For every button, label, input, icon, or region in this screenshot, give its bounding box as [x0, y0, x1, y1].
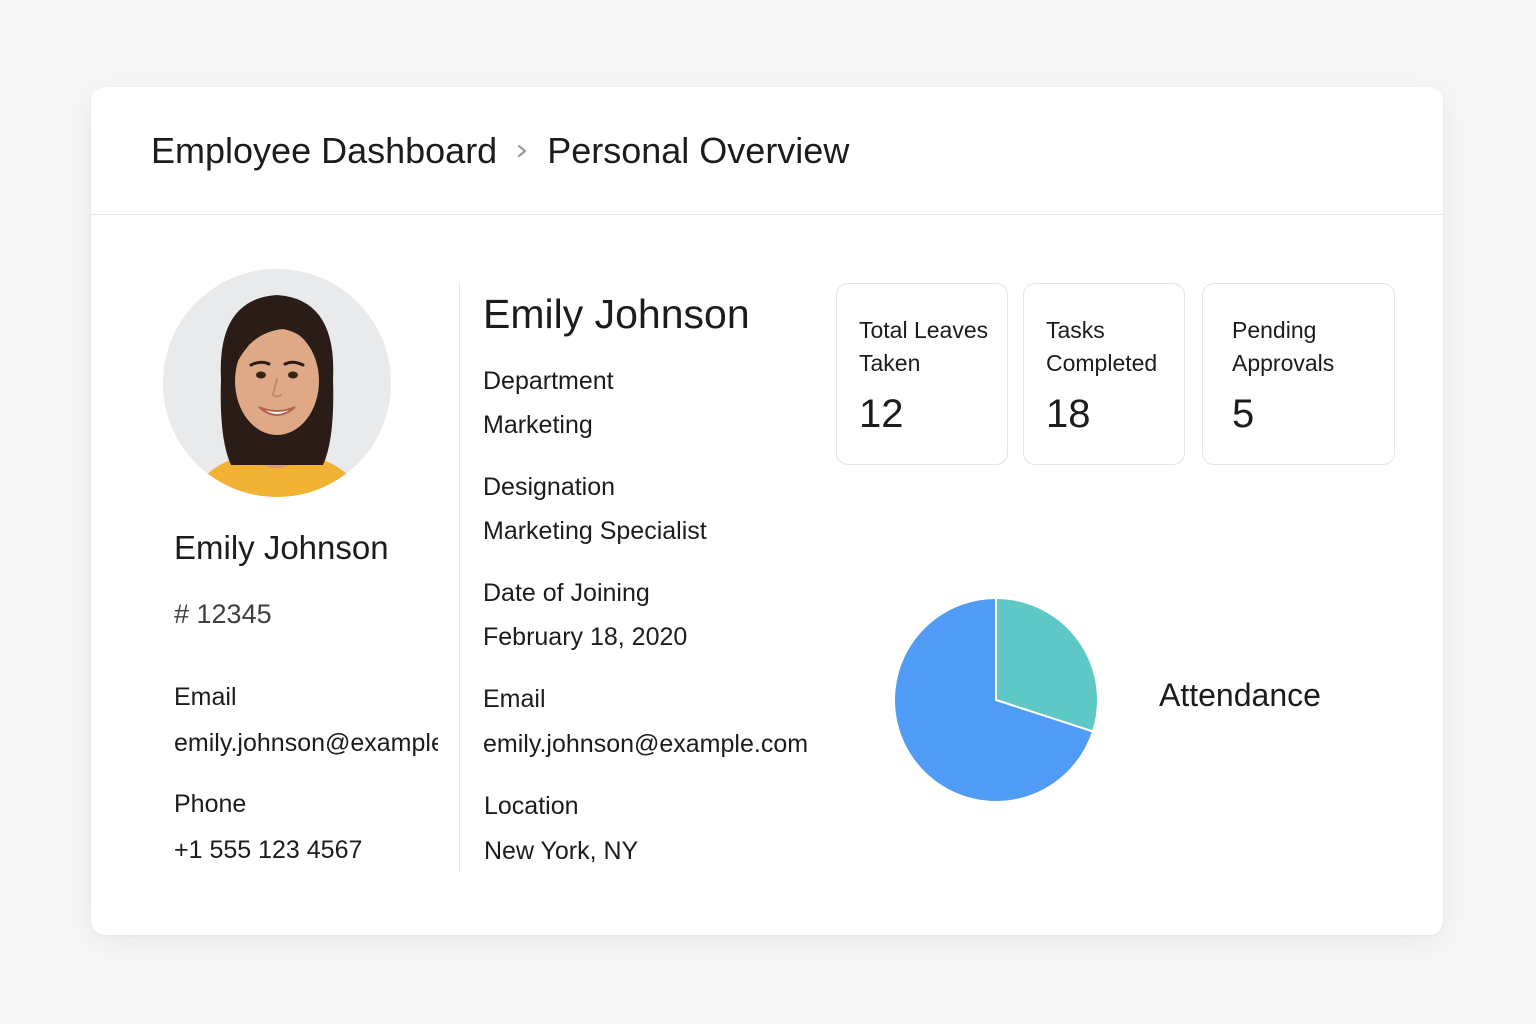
stat-value: 18 [1046, 392, 1091, 436]
stat-card-leaves[interactable]: Total Leaves Taken 12 [836, 283, 1008, 465]
details-email-label: Email [483, 685, 546, 713]
department-label: Department [483, 367, 614, 395]
location-value: New York, NY [484, 837, 639, 865]
card-header: Employee Dashboard Personal Overview [91, 87, 1443, 215]
stat-value: 5 [1232, 392, 1255, 436]
attendance-label: Attendance [1159, 677, 1321, 713]
stat-card-approvals[interactable]: Pending Approvals 5 [1202, 283, 1395, 465]
stat-card-tasks[interactable]: Tasks Completed 18 [1023, 283, 1185, 465]
stat-value: 12 [859, 392, 904, 436]
doj-label: Date of Joining [483, 579, 650, 607]
profile-phone-label: Phone [174, 790, 247, 818]
details-email[interactable]: emily.johnson@example.com [483, 730, 808, 759]
employee-card: Employee Dashboard Personal Overview Emi… [91, 87, 1443, 935]
stat-label: Pending Approvals [1232, 317, 1335, 376]
details-name: Emily Johnson [483, 291, 750, 337]
designation-value: Marketing Specialist [483, 517, 707, 545]
avatar [163, 269, 391, 497]
designation-label: Designation [483, 473, 616, 501]
breadcrumb-current: Personal Overview [547, 130, 850, 171]
profile-name: Emily Johnson [174, 529, 389, 566]
breadcrumb: Employee Dashboard Personal Overview [151, 127, 849, 175]
profile-email-label: Email [174, 683, 237, 711]
location-label: Location [484, 792, 579, 820]
department-value: Marketing [483, 411, 593, 439]
stat-label: Total Leaves Taken [859, 317, 989, 376]
attendance-pie-chart [893, 596, 1099, 803]
section-divider [459, 283, 460, 873]
breadcrumb-root[interactable]: Employee Dashboard [151, 127, 497, 175]
profile-email[interactable]: emily.johnson@example.com [174, 729, 438, 758]
stat-label: Tasks Completed [1046, 317, 1158, 376]
employee-id: # 12345 [174, 599, 272, 629]
employee-photo-icon [163, 269, 391, 497]
doj-value: February 18, 2020 [483, 623, 688, 651]
profile-phone: +1 555 123 4567 [174, 836, 363, 864]
chevron-right-icon [518, 144, 527, 158]
